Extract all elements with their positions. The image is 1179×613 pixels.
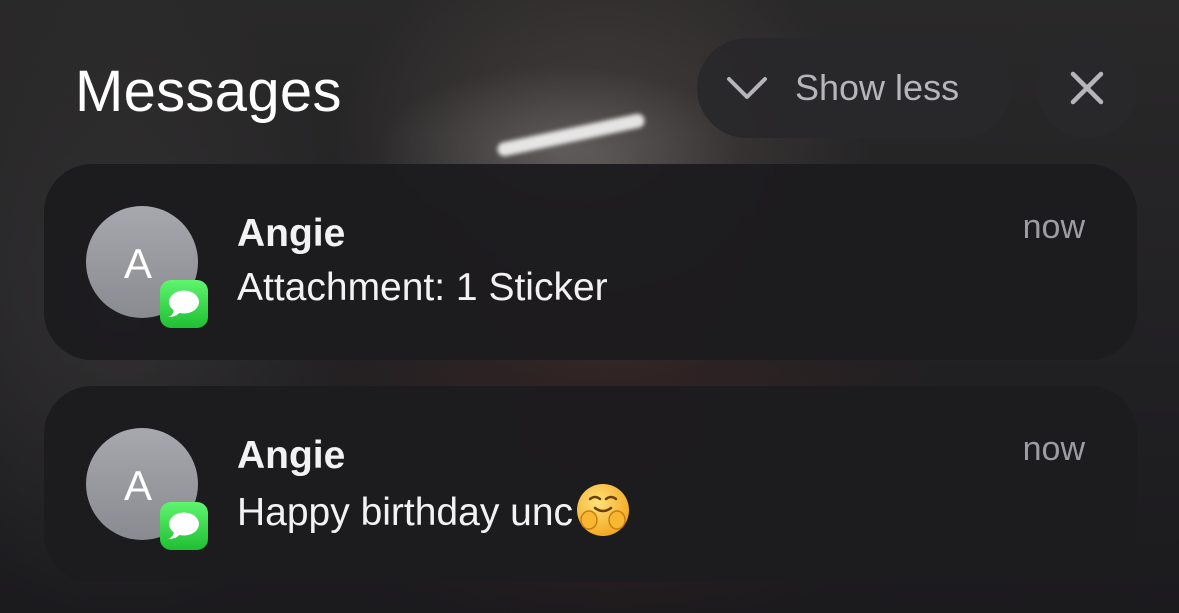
chat-bubble-icon bbox=[168, 512, 199, 539]
notification-card[interactable]: A Angie Attachment: 1 Sticker now bbox=[44, 164, 1137, 360]
sender-name: Angie bbox=[237, 434, 346, 477]
show-less-label: Show less bbox=[795, 67, 960, 108]
timestamp: now bbox=[1022, 430, 1085, 468]
chat-bubble-icon bbox=[168, 290, 199, 317]
messages-app-icon bbox=[160, 280, 208, 328]
notification-card[interactable]: A Angie Happy birthday unc now bbox=[44, 386, 1137, 582]
notification-group-title: Messages bbox=[75, 59, 342, 124]
message-preview: Attachment: 1 Sticker bbox=[237, 266, 608, 310]
show-less-button[interactable]: Show less bbox=[697, 38, 1011, 138]
celebrating-face-emoji-icon bbox=[577, 484, 630, 536]
clear-notifications-button[interactable] bbox=[1037, 38, 1137, 138]
message-text: Happy birthday unc bbox=[237, 491, 574, 534]
avatar-initial: A bbox=[123, 462, 152, 509]
chevron-down-icon bbox=[727, 77, 767, 99]
messages-app-icon bbox=[160, 502, 208, 550]
avatar-initial: A bbox=[123, 240, 152, 287]
wallpaper-light-streak bbox=[496, 112, 646, 158]
sender-name: Angie bbox=[237, 212, 346, 255]
timestamp: now bbox=[1022, 208, 1085, 246]
message-text: Attachment: 1 Sticker bbox=[237, 266, 608, 309]
message-preview: Happy birthday unc bbox=[237, 484, 631, 538]
close-icon bbox=[1070, 71, 1104, 105]
